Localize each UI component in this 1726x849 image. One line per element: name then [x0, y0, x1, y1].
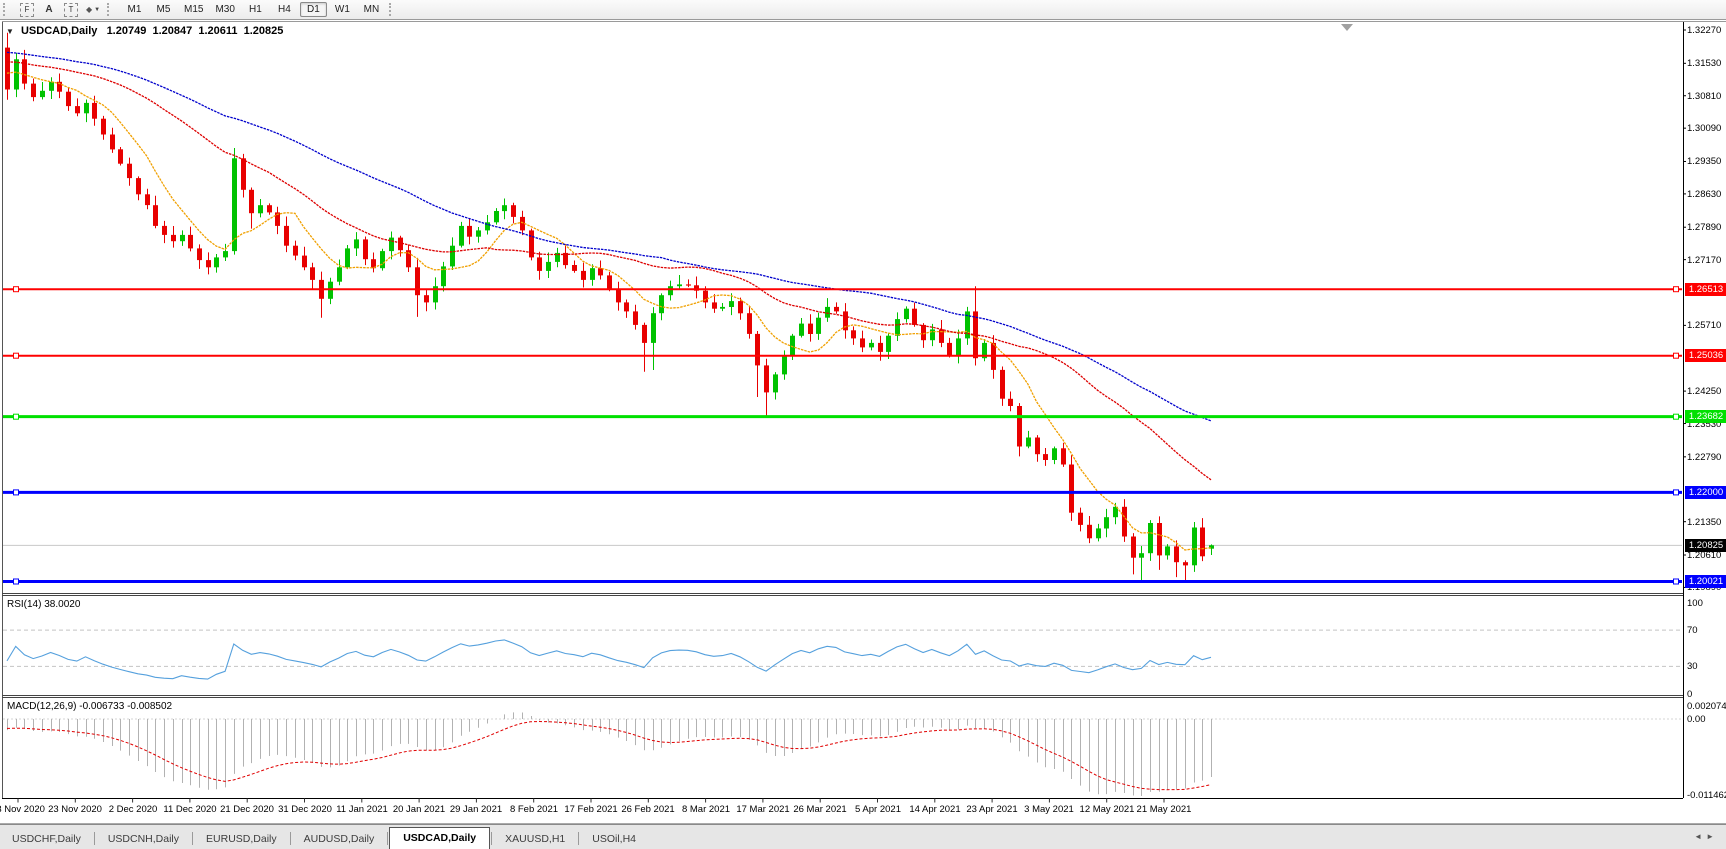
hline-price-label[interactable]: 1.20021	[1685, 575, 1726, 588]
mt4-terminal: F A T ◆ ▼ M1 M5 M15 M30 H1 H4 D1 W1 MN 1.32270 1.3…	[0, 0, 1726, 849]
chart-canvas[interactable]	[0, 0, 1726, 849]
price-tick-label: 1.21350	[1687, 517, 1722, 528]
date-tick-label: 23 Apr 2021	[966, 804, 1018, 815]
close-value: 1.20825	[243, 25, 284, 37]
chart-tab-audusd[interactable]: AUDUSD,Daily	[292, 830, 387, 849]
date-tick-label: 14 Apr 2021	[909, 804, 961, 815]
date-tick-label: 2 Dec 2020	[108, 804, 158, 815]
chart-shift-marker	[1341, 24, 1353, 31]
price-tick-label: 1.27170	[1687, 255, 1722, 266]
chart-tab-eurusd[interactable]: EURUSD,Daily	[194, 830, 289, 849]
symbol-label: USDCAD,Daily	[20, 25, 98, 37]
hline-price-label[interactable]: 1.26513	[1685, 283, 1726, 296]
price-tick-label: 1.31530	[1687, 58, 1722, 69]
hline-price-label[interactable]: 1.22000	[1685, 486, 1726, 499]
tab-separator	[289, 832, 291, 845]
date-tick-label: 21 May 2021	[1136, 804, 1192, 815]
date-tick-label: 21 Dec 2020	[220, 804, 274, 815]
chart-tab-usoil[interactable]: USOil,H4	[580, 830, 648, 849]
rsi-level-label: 100	[1687, 598, 1703, 609]
price-tick-label: 1.32270	[1687, 25, 1722, 36]
date-tick-label: 11 Dec 2020	[163, 804, 217, 815]
tab-separator	[93, 832, 95, 845]
date-tick-label: 26 Mar 2021	[793, 804, 847, 815]
rsi-indicator-label: RSI(14) 38.0020	[7, 599, 81, 610]
date-tick-label: 13 Nov 2020	[0, 804, 45, 815]
date-tick-label: 23 Nov 2020	[48, 804, 102, 815]
date-tick-label: 17 Feb 2021	[564, 804, 618, 815]
date-tick-label: 11 Jan 2021	[336, 804, 388, 815]
date-tick-label: 8 Feb 2021	[509, 804, 559, 815]
price-tick-label: 1.27890	[1687, 222, 1722, 233]
date-tick-label: 31 Dec 2020	[278, 804, 332, 815]
date-tick-label: 20 Jan 2021	[392, 804, 446, 815]
date-tick-label: 5 Apr 2021	[855, 804, 901, 815]
tabbar-nav-arrows[interactable]: ◄►	[1694, 832, 1718, 841]
price-tick-label: 1.30810	[1687, 91, 1722, 102]
low-value: 1.20611	[198, 25, 238, 37]
tab-separator	[387, 832, 389, 845]
tab-scroll-right-icon: ►	[1706, 832, 1718, 841]
symbol-tabbar: USDCHF,Daily USDCNH,Daily EURUSD,Daily AUDU…	[0, 824, 1726, 849]
high-value: 1.20847	[152, 25, 193, 37]
price-tick-label: 1.24250	[1687, 386, 1722, 397]
hline-price-label[interactable]: 1.23682	[1685, 410, 1726, 423]
open-value: 1.20749	[106, 25, 147, 37]
macd-axis-label: 0.002074	[1687, 701, 1726, 712]
price-tick-label: 1.28630	[1687, 189, 1722, 200]
date-tick-label: 12 May 2021	[1079, 804, 1135, 815]
price-tick-label: 1.29350	[1687, 156, 1722, 167]
current-price-label: 1.20825	[1685, 539, 1726, 552]
date-tick-label: 8 Mar 2021	[681, 804, 731, 815]
chart-tab-xauusd[interactable]: XAUUSD,H1	[493, 830, 577, 849]
tab-separator	[578, 832, 580, 845]
macd-indicator-label: MACD(12,26,9) -0.006733 -0.008502	[7, 701, 173, 712]
rsi-level-label: 30	[1687, 661, 1698, 672]
tab-separator	[491, 832, 493, 845]
date-tick-label: 3 May 2021	[1024, 804, 1074, 815]
collapse-triangle-icon[interactable]: ▼	[6, 27, 14, 36]
rsi-level-label: 70	[1687, 625, 1698, 636]
price-tick-label: 1.25710	[1687, 320, 1722, 331]
macd-axis-label: -0.011462	[1687, 790, 1726, 801]
tab-separator	[192, 832, 194, 845]
chart-tab-usdcnh[interactable]: USDCNH,Daily	[96, 830, 191, 849]
date-tick-label: 29 Jan 2021	[449, 804, 503, 815]
chart-tab-usdchf[interactable]: USDCHF,Daily	[0, 830, 93, 849]
price-tick-label: 1.22790	[1687, 452, 1722, 463]
macd-axis-label: 0.00	[1687, 714, 1706, 725]
chart-tab-usdcad[interactable]: USDCAD,Daily	[389, 827, 491, 849]
chart-title: ▼ USDCAD,Daily 1.20749 1.20847 1.20611 1…	[6, 25, 283, 38]
price-tick-label: 1.30090	[1687, 123, 1722, 134]
date-tick-label: 26 Feb 2021	[621, 804, 675, 815]
date-tick-label: 17 Mar 2021	[736, 804, 790, 815]
hline-price-label[interactable]: 1.25036	[1685, 349, 1726, 362]
tab-scroll-left-icon: ◄	[1694, 832, 1707, 841]
